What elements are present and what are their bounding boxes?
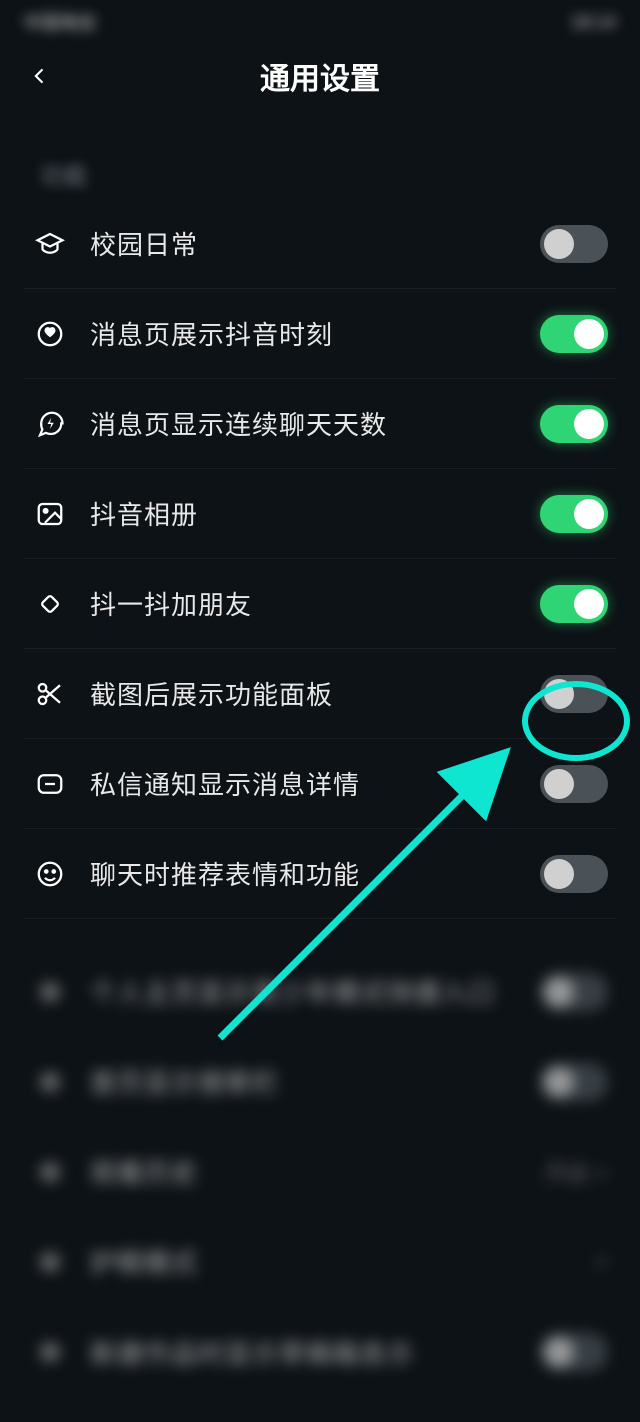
row-label: 私信通知显示消息详情 <box>90 765 540 802</box>
page-title: 通用设置 <box>0 54 640 98</box>
toggle-campus-daily[interactable] <box>540 225 608 263</box>
lightning-bubble-icon <box>34 408 66 440</box>
toggle-screenshot-panel[interactable] <box>540 675 608 713</box>
row-label: 校园日常 <box>90 225 540 262</box>
toggle-blurred[interactable] <box>540 1333 608 1371</box>
carrier-text: 中国电信 <box>24 9 96 35</box>
row-label: 抖音相册 <box>90 495 540 532</box>
heart-target-icon <box>34 318 66 350</box>
row-blurred[interactable]: 护眼模式 > <box>24 1217 616 1307</box>
blur-icon <box>34 1336 66 1368</box>
row-blurred[interactable]: 观看历史 开启 > <box>24 1127 616 1217</box>
toggle-douyin-album[interactable] <box>540 495 608 533</box>
row-label: 护眼模式 <box>90 1243 595 1280</box>
image-icon <box>34 498 66 530</box>
toggle-shake-add-friend[interactable] <box>540 585 608 623</box>
header: 通用设置 <box>0 44 640 108</box>
row-campus-daily[interactable]: 校园日常 <box>24 199 616 289</box>
message-minus-icon <box>34 768 66 800</box>
row-label: 消息页显示连续聊天天数 <box>90 405 540 442</box>
toggle-chat-streak[interactable] <box>540 405 608 443</box>
toggle-blurred[interactable] <box>540 1063 608 1101</box>
toggle-emoji-recommend[interactable] <box>540 855 608 893</box>
blur-icon <box>34 976 66 1008</box>
blur-icon <box>34 1066 66 1098</box>
scissors-icon <box>34 678 66 710</box>
row-label: 观看历史 <box>90 1153 545 1190</box>
status-bar: 中国电信 18:14 <box>0 0 640 44</box>
time-text: 18:14 <box>571 12 616 33</box>
row-emoji-recommend[interactable]: 聊天时推荐表情和功能 <box>24 829 616 919</box>
row-chat-streak[interactable]: 消息页显示连续聊天天数 <box>24 379 616 469</box>
row-label: 首页显示搜索栏 <box>90 1063 540 1100</box>
toggle-dm-preview[interactable] <box>540 765 608 803</box>
blur-icon <box>34 1246 66 1278</box>
row-label: 聊天时推荐表情和功能 <box>90 855 540 892</box>
blur-icon <box>34 1156 66 1188</box>
settings-list: 校园日常 消息页展示抖音时刻 消息页显示连续聊天天数 抖音相册 抖一抖加朋友 <box>0 199 640 1397</box>
row-label: 消息页展示抖音时刻 <box>90 315 540 352</box>
chevron-left-icon <box>30 61 50 91</box>
row-label: 个人主页显示青少年模式快捷入口 <box>90 973 540 1010</box>
graduation-cap-icon <box>34 228 66 260</box>
row-blurred[interactable]: 首页显示搜索栏 <box>24 1037 616 1127</box>
smiley-icon <box>34 858 66 890</box>
row-dm-preview[interactable]: 私信通知显示消息详情 <box>24 739 616 829</box>
row-blurred[interactable]: 个人主页显示青少年模式快捷入口 <box>24 947 616 1037</box>
row-label: 截图后展示功能面板 <box>90 675 540 712</box>
row-label: 新建作品时显示草稿箱息示 <box>90 1334 540 1371</box>
back-button[interactable] <box>20 56 60 96</box>
row-screenshot-panel[interactable]: 截图后展示功能面板 <box>24 649 616 739</box>
section-label: 功能 <box>0 108 640 199</box>
row-label: 抖一抖加朋友 <box>90 585 540 622</box>
row-blurred[interactable]: 新建作品时显示草稿箱息示 <box>24 1307 616 1397</box>
rotate-diamond-icon <box>34 588 66 620</box>
toggle-douyin-moment[interactable] <box>540 315 608 353</box>
row-shake-add-friend[interactable]: 抖一抖加朋友 <box>24 559 616 649</box>
row-douyin-album[interactable]: 抖音相册 <box>24 469 616 559</box>
toggle-blurred[interactable] <box>540 973 608 1011</box>
row-douyin-moment[interactable]: 消息页展示抖音时刻 <box>24 289 616 379</box>
